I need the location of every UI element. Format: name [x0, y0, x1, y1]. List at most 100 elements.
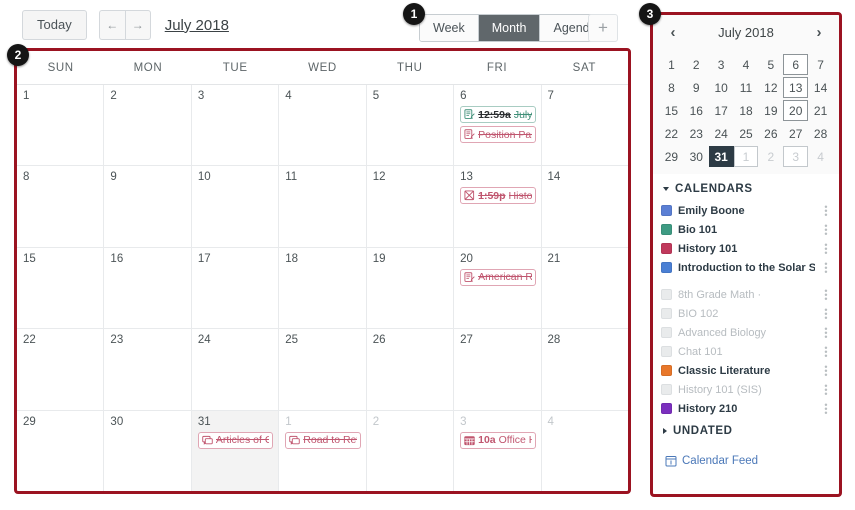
calendar-day-cell[interactable]: 17 [192, 247, 280, 329]
mini-prev-month-icon[interactable]: ‹ [665, 24, 681, 41]
next-month-button[interactable]: → [124, 10, 151, 40]
calendar-day-cell[interactable]: 29 [17, 410, 105, 491]
mini-calendar-day[interactable]: 6 [783, 54, 809, 75]
calendar-day-cell[interactable]: 28 [542, 329, 628, 409]
calendar-options-icon[interactable]: • • • [821, 221, 831, 238]
calendar-event[interactable]: Position Pape [460, 126, 536, 143]
mini-calendar-day[interactable]: 5 [758, 54, 783, 75]
calendar-event[interactable]: Articles of Co [197, 431, 274, 449]
calendar-list-item[interactable]: History 101 • • • [661, 239, 831, 258]
calendar-color-checkbox[interactable] [661, 205, 672, 216]
mini-calendar-day[interactable]: 21 [808, 100, 833, 121]
page-title[interactable]: July 2018 [165, 17, 229, 34]
calendar-day-cell[interactable]: 24 [192, 329, 280, 410]
calendar-event[interactable]: 12:59aJuly-St [460, 106, 536, 123]
calendar-list-item[interactable]: BIO 102 • • • [661, 304, 831, 323]
calendar-color-checkbox[interactable] [661, 365, 672, 376]
calendar-color-checkbox[interactable] [661, 308, 672, 319]
mini-calendar-day[interactable]: 25 [734, 123, 759, 144]
calendar-options-icon[interactable]: • • • [821, 343, 831, 360]
calendar-day-cell[interactable]: 6 12:59aJuly-St Position Pape [454, 85, 542, 166]
mini-next-month-icon[interactable]: › [811, 24, 827, 41]
mini-calendar-day[interactable]: 4 [734, 54, 759, 75]
calendar-day-cell[interactable]: 3 [192, 85, 280, 166]
mini-calendar-day[interactable]: 2 [758, 146, 783, 167]
calendar-day-cell[interactable]: 14 [542, 166, 628, 246]
mini-calendar-day[interactable]: 9 [684, 77, 709, 98]
calendar-options-icon[interactable]: • • • [821, 362, 831, 379]
mini-calendar-day[interactable]: 3 [783, 146, 809, 167]
calendar-list-item[interactable]: History 101 (SIS) • • • [661, 380, 831, 399]
calendar-options-icon[interactable]: • • • [821, 202, 831, 219]
mini-calendar-day[interactable]: 20 [783, 100, 809, 121]
calendar-color-checkbox[interactable] [661, 224, 672, 235]
calendar-day-cell[interactable]: 13 1:59pHistory [454, 166, 542, 247]
calendar-day-cell[interactable]: 15 [17, 247, 105, 329]
mini-calendar-day[interactable]: 4 [808, 146, 833, 167]
calendar-day-cell[interactable]: 8 [17, 166, 105, 247]
calendar-list-item[interactable]: Emily Boone • • • [661, 201, 831, 220]
calendar-day-cell[interactable]: 4 [542, 411, 628, 491]
calendar-event[interactable]: Road to Revo [285, 431, 361, 449]
mini-calendar-day[interactable]: 22 [659, 123, 684, 144]
calendar-day-cell[interactable]: 23 [104, 329, 192, 410]
calendar-day-cell[interactable]: 21 [542, 248, 628, 328]
calendar-color-checkbox[interactable] [661, 403, 672, 414]
calendar-day-cell[interactable]: 18 [279, 247, 367, 329]
mini-calendar-day[interactable]: 16 [684, 100, 709, 121]
calendar-options-icon[interactable]: • • • [821, 381, 831, 398]
calendar-day-cell[interactable]: 7 [542, 85, 628, 165]
calendar-day-cell[interactable]: 9 [104, 166, 192, 247]
calendar-day-cell[interactable]: 2 [104, 85, 192, 166]
calendar-day-cell[interactable]: 5 [367, 85, 455, 166]
previous-month-button[interactable]: ← [98, 10, 125, 40]
calendar-color-checkbox[interactable] [661, 262, 672, 273]
mini-calendar-day[interactable]: 17 [709, 100, 734, 121]
mini-calendar-day[interactable]: 30 [684, 146, 709, 167]
calendar-list-item[interactable]: Chat 101 • • • [661, 342, 831, 361]
calendar-color-checkbox[interactable] [661, 289, 672, 300]
calendar-day-cell[interactable]: 27 [454, 329, 542, 410]
calendar-color-checkbox[interactable] [661, 243, 672, 254]
calendar-color-checkbox[interactable] [661, 346, 672, 357]
mini-calendar-day[interactable]: 27 [783, 123, 808, 144]
mini-calendar-day[interactable]: 1 [659, 54, 684, 75]
view-button-week[interactable]: Week [420, 15, 479, 41]
calendar-options-icon[interactable]: • • • [821, 324, 831, 341]
mini-calendar-day[interactable]: 11 [734, 77, 759, 98]
calendar-day-cell[interactable]: 22 [17, 329, 105, 410]
mini-calendar-day[interactable]: 7 [808, 54, 833, 75]
calendar-day-cell[interactable]: 1 [17, 85, 105, 166]
calendar-list-item[interactable]: Classic Literature • • • [661, 361, 831, 380]
today-button[interactable]: Today [22, 10, 87, 40]
calendar-day-cell[interactable]: 3 10aOffice Ho [454, 410, 542, 491]
calendar-list-item[interactable]: History 210 • • • [661, 399, 831, 418]
mini-calendar-day[interactable]: 10 [709, 77, 734, 98]
calendar-day-cell[interactable]: 31 Articles of Co [191, 410, 280, 491]
calendar-day-cell[interactable]: 4 [279, 85, 367, 166]
mini-calendar-title[interactable]: July 2018 [718, 25, 774, 40]
calendar-list-item[interactable]: 8th Grade Math · • • • [661, 285, 831, 304]
calendar-day-cell[interactable]: 16 [104, 247, 192, 329]
mini-calendar-day[interactable]: 1 [733, 146, 759, 167]
mini-calendar-day[interactable]: 15 [659, 100, 684, 121]
calendar-options-icon[interactable]: • • • [821, 400, 831, 417]
calendar-day-cell[interactable]: 25 [279, 329, 367, 410]
calendar-list-item[interactable]: Bio 101 • • • [661, 220, 831, 239]
mini-calendar-day[interactable]: 12 [758, 77, 783, 98]
mini-calendar-day[interactable]: 28 [808, 123, 833, 144]
calendar-day-cell[interactable]: 11 [279, 166, 367, 247]
calendar-day-cell[interactable]: 12 [367, 166, 455, 247]
mini-calendar-day[interactable]: 29 [659, 146, 684, 167]
calendar-list-item[interactable]: Advanced Biology • • • [661, 323, 831, 342]
calendar-day-cell[interactable]: 2 [367, 410, 455, 491]
view-button-month[interactable]: Month [478, 15, 541, 41]
mini-calendar-day[interactable]: 18 [734, 100, 759, 121]
add-event-button[interactable]: + [588, 14, 618, 42]
mini-calendar-day[interactable]: 19 [758, 100, 783, 121]
calendar-list-item[interactable]: Introduction to the Solar System ••• [661, 258, 831, 277]
calendar-color-checkbox[interactable] [661, 327, 672, 338]
calendar-day-cell[interactable]: 19 [367, 247, 455, 329]
mini-calendar-day[interactable]: 24 [709, 123, 734, 144]
calendar-day-cell[interactable]: 26 [367, 329, 455, 410]
